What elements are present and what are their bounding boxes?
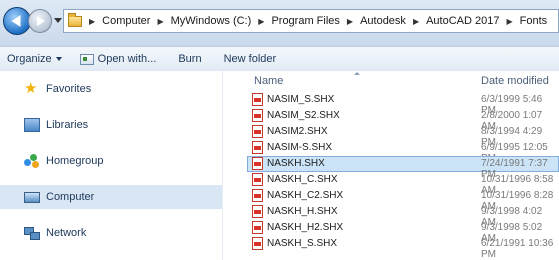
shx-file-icon <box>252 109 263 122</box>
shx-file-icon <box>252 157 263 170</box>
separator-icon[interactable]: ▶ <box>506 17 512 26</box>
navigation-pane: ★ Favorites Libraries Homegroup Computer… <box>0 71 223 260</box>
file-row[interactable]: NASIM_S2.SHX 2/8/2000 1:07 AM <box>223 108 559 132</box>
file-list: Name Date modified NASIM_S.SHX 6/3/1999 … <box>223 71 559 260</box>
file-name: NASKH_S.SHX <box>267 238 338 249</box>
separator-icon[interactable]: ▶ <box>413 17 419 26</box>
shx-file-icon <box>252 221 263 234</box>
breadcrumb-c-drive[interactable]: MyWindows (C:) <box>171 15 252 27</box>
separator-icon[interactable]: ▶ <box>258 17 264 26</box>
breadcrumb-autocad-2017[interactable]: AutoCAD 2017 <box>426 15 499 27</box>
computer-icon <box>24 191 40 203</box>
file-row[interactable]: NASKH_H.SHX 9/3/1998 4:02 AM <box>223 204 559 228</box>
breadcrumb-program-files[interactable]: Program Files <box>271 15 339 27</box>
file-name: NASKH_H2.SHX <box>267 222 344 233</box>
file-name: NASIM-S.SHX <box>267 142 333 153</box>
command-toolbar: Organize Open with... Burn New folder <box>0 46 559 72</box>
nav-label: Libraries <box>46 119 89 131</box>
nav-label: Network <box>46 227 87 239</box>
shx-file-icon <box>252 173 263 186</box>
file-name: NASKH.SHX <box>267 158 325 169</box>
homegroup-dot <box>30 154 37 161</box>
address-box[interactable]: ▶ Computer ▶ MyWindows (C:) ▶ Program Fi… <box>63 9 559 33</box>
file-row[interactable]: NASIM_S.SHX 6/3/1999 5:46 PM <box>223 92 559 116</box>
shx-file-icon <box>252 189 263 202</box>
new-folder-label: New folder <box>223 53 277 65</box>
file-row[interactable]: NASKH_C2.SHX 10/31/1996 8:28 AM <box>223 188 559 212</box>
shx-file-icon <box>252 205 263 218</box>
homegroup-icon <box>24 154 40 168</box>
column-header-name[interactable]: Name <box>254 75 283 87</box>
separator-icon[interactable]: ▶ <box>347 17 353 26</box>
file-row[interactable]: NASKH_S.SHX 6/21/1991 10:36 PM <box>223 236 559 260</box>
file-row[interactable]: NASKH_H2.SHX 9/3/1998 5:02 AM <box>223 220 559 244</box>
homegroup-dot <box>32 161 39 168</box>
file-name: NASIM_S2.SHX <box>267 110 340 121</box>
separator-icon[interactable]: ▶ <box>89 17 95 26</box>
nav-item-libraries[interactable]: Libraries <box>0 113 222 137</box>
shx-file-icon <box>252 125 263 138</box>
organize-button[interactable]: Organize <box>7 53 62 65</box>
recent-pages-chevron-down-icon[interactable] <box>54 18 62 23</box>
back-button[interactable] <box>3 7 31 35</box>
shx-file-icon <box>252 93 263 106</box>
nav-label: Computer <box>46 191 95 203</box>
forward-arrow-icon <box>37 16 45 26</box>
homegroup-dot <box>24 159 31 166</box>
file-row-selected[interactable]: NASKH.SHX 7/24/1991 7:37 PM <box>223 156 559 180</box>
file-name: NASIM_S.SHX <box>267 94 335 105</box>
file-date: 6/21/1991 10:36 PM <box>481 238 554 260</box>
file-row[interactable]: NASIM2.SHX 8/3/1994 4:29 PM <box>223 124 559 148</box>
file-name: NASKH_C2.SHX <box>267 190 344 201</box>
file-name: NASKH_C.SHX <box>267 174 338 185</box>
file-name: NASKH_H.SHX <box>267 206 338 217</box>
network-icon <box>24 226 40 240</box>
column-header-date-modified[interactable]: Date modified <box>481 75 549 87</box>
breadcrumb-computer[interactable]: Computer <box>102 15 150 27</box>
back-arrow-icon <box>11 15 21 27</box>
file-row[interactable]: NASIM-S.SHX 6/9/1995 12:05 PM <box>223 140 559 164</box>
breadcrumb-fonts[interactable]: Fonts <box>520 15 548 27</box>
address-bar-area: ▶ Computer ▶ MyWindows (C:) ▶ Program Fi… <box>0 0 559 46</box>
open-with-icon <box>79 53 94 65</box>
star-icon: ★ <box>24 80 38 97</box>
breadcrumb-autodesk[interactable]: Autodesk <box>360 15 406 27</box>
burn-button[interactable]: Burn <box>178 53 201 65</box>
separator-icon[interactable]: ▶ <box>157 17 163 26</box>
nav-item-network[interactable]: Network <box>0 221 222 245</box>
column-header-row: Name Date modified <box>223 71 559 91</box>
nav-item-computer[interactable]: Computer <box>0 185 222 209</box>
file-name: NASIM2.SHX <box>267 126 328 137</box>
burn-label: Burn <box>178 53 202 65</box>
nav-label: Favorites <box>46 83 92 95</box>
forward-button[interactable] <box>28 9 52 33</box>
nav-item-homegroup[interactable]: Homegroup <box>0 149 222 173</box>
sort-ascending-icon <box>354 72 360 75</box>
folder-icon <box>68 12 82 27</box>
chevron-down-icon <box>55 57 62 61</box>
shx-file-icon <box>252 141 263 154</box>
organize-label: Organize <box>7 53 52 65</box>
open-with-label: Open with... <box>97 53 157 65</box>
libraries-icon <box>24 118 40 132</box>
shx-file-icon <box>252 237 263 250</box>
open-with-button[interactable]: Open with... <box>79 53 157 65</box>
nav-label: Homegroup <box>46 155 104 167</box>
new-folder-button[interactable]: New folder <box>224 53 277 65</box>
file-row[interactable]: NASKH_C.SHX 10/31/1996 8:58 AM <box>223 172 559 196</box>
nav-item-favorites[interactable]: ★ Favorites <box>0 77 222 101</box>
network-screen <box>30 232 40 240</box>
